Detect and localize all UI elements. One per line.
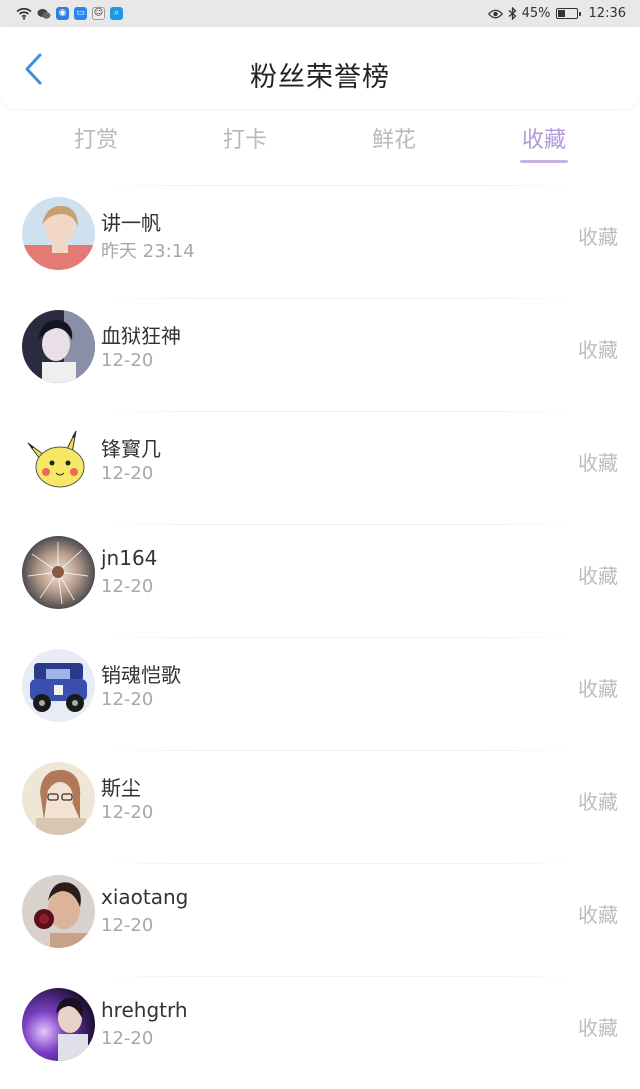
- tab-tip[interactable]: 打赏: [51, 122, 141, 154]
- avatar[interactable]: [22, 536, 95, 609]
- fan-name: 讲一帆: [101, 211, 161, 235]
- fan-name: xiaotang: [101, 885, 189, 909]
- page-title: 粉丝荣誉榜: [250, 62, 390, 93]
- avatar[interactable]: [22, 988, 95, 1061]
- fan-time: 12-20: [101, 1028, 154, 1049]
- app-notification-icon: ◉: [56, 7, 69, 20]
- clock-time: 12:36: [588, 6, 626, 21]
- divider: [100, 637, 580, 638]
- list-item[interactable]: hrehgtrh 12-20 收藏: [0, 976, 640, 1089]
- tab-bar: 打赏 打卡 鲜花 收藏: [0, 112, 640, 172]
- fan-name: hrehgtrh: [101, 998, 188, 1022]
- battery-icon: [555, 8, 581, 19]
- wifi-icon: [16, 7, 32, 20]
- divider: [100, 750, 580, 751]
- fan-name: jn164: [101, 546, 158, 570]
- avatar[interactable]: [22, 197, 95, 270]
- fan-time: 昨天 23:14: [101, 241, 195, 262]
- tab-flowers[interactable]: 鲜花: [349, 122, 439, 154]
- avatar[interactable]: [22, 875, 95, 948]
- list-item[interactable]: 锋寳几 12-20 收藏: [0, 411, 640, 524]
- avatar[interactable]: [22, 310, 95, 383]
- battery-percent: 45%: [521, 6, 551, 21]
- search-app-icon: ⌕: [110, 7, 123, 20]
- favorite-label: 收藏: [578, 338, 618, 362]
- fan-time: 12-20: [101, 463, 154, 484]
- tab-label: 鲜花: [371, 128, 416, 153]
- wechat-icon: [37, 8, 51, 19]
- fan-name: 销魂恺歌: [101, 663, 181, 687]
- list-item[interactable]: 血狱狂神 12-20 收藏: [0, 298, 640, 411]
- list-item[interactable]: 销魂恺歌 12-20 收藏: [0, 637, 640, 750]
- list-item[interactable]: jn164 12-20 收藏: [0, 524, 640, 637]
- avatar[interactable]: [22, 762, 95, 835]
- tab-label: 收藏: [521, 128, 566, 153]
- favorite-label: 收藏: [578, 677, 618, 701]
- divider: [100, 524, 580, 525]
- favorite-label: 收藏: [578, 1016, 618, 1040]
- favorite-label: 收藏: [578, 451, 618, 475]
- eye-icon: [487, 9, 503, 18]
- tab-favorites[interactable]: 收藏: [499, 122, 589, 163]
- message-app-icon: ▭: [74, 7, 87, 20]
- fan-time: 12-20: [101, 350, 154, 371]
- list-item[interactable]: 斯尘 12-20 收藏: [0, 750, 640, 863]
- divider: [100, 185, 580, 186]
- qq-icon: ☺: [92, 7, 105, 20]
- fan-list: 讲一帆 昨天 23:14 收藏 血狱狂神 12-20 收藏 锋寳几 12-20 …: [0, 185, 640, 1089]
- fan-time: 12-20: [101, 802, 154, 823]
- favorite-label: 收藏: [578, 903, 618, 927]
- status-icons-right: 45% 12:36: [487, 6, 626, 21]
- avatar[interactable]: [22, 423, 95, 496]
- tab-label: 打卡: [222, 128, 267, 153]
- status-icons-left: ◉ ▭ ☺ ⌕: [16, 7, 123, 20]
- active-tab-indicator: [520, 160, 568, 163]
- fan-name: 血狱狂神: [101, 324, 181, 348]
- tab-checkin[interactable]: 打卡: [200, 122, 290, 154]
- list-item[interactable]: xiaotang 12-20 收藏: [0, 863, 640, 976]
- favorite-label: 收藏: [578, 790, 618, 814]
- tab-label: 打赏: [73, 128, 118, 153]
- avatar[interactable]: [22, 649, 95, 722]
- bluetooth-icon: [508, 7, 517, 20]
- fan-name: 锋寳几: [101, 437, 161, 461]
- header-bar: 粉丝荣誉榜: [0, 27, 640, 109]
- favorite-label: 收藏: [578, 225, 618, 249]
- fan-time: 12-20: [101, 576, 154, 597]
- divider: [100, 976, 580, 977]
- divider: [100, 298, 580, 299]
- fan-time: 12-20: [101, 689, 154, 710]
- divider: [100, 411, 580, 412]
- list-item[interactable]: 讲一帆 昨天 23:14 收藏: [0, 185, 640, 298]
- fan-name: 斯尘: [101, 776, 141, 800]
- divider: [100, 863, 580, 864]
- fan-time: 12-20: [101, 915, 154, 936]
- favorite-label: 收藏: [578, 564, 618, 588]
- status-bar: ◉ ▭ ☺ ⌕ 45% 12:36: [0, 0, 640, 27]
